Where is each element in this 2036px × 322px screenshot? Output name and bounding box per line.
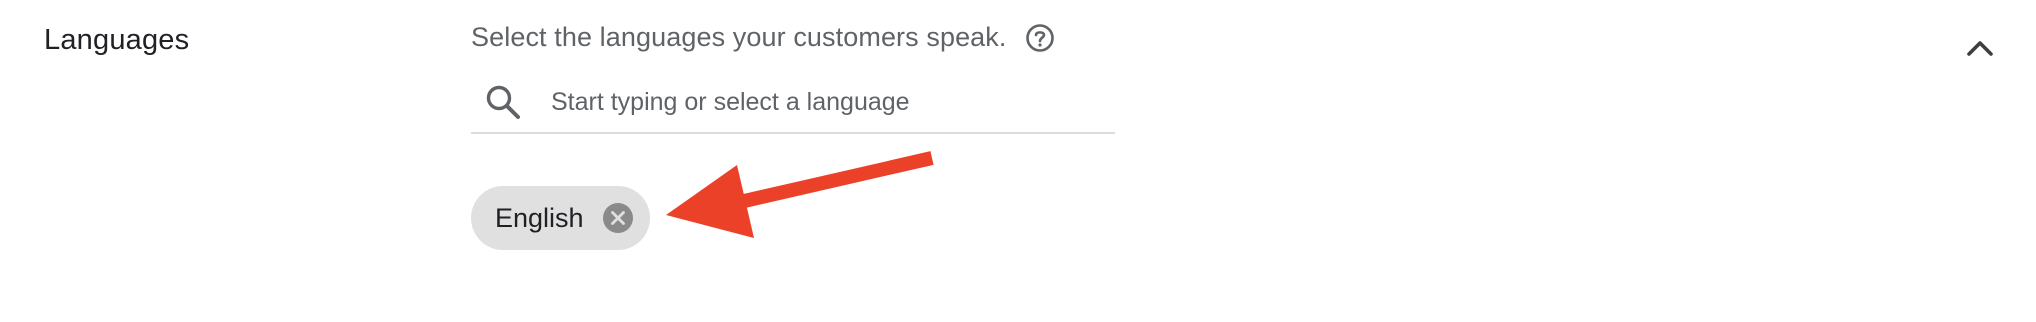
- chevron-up-icon[interactable]: [1960, 28, 2000, 68]
- languages-settings-panel: Languages Select the languages your cust…: [0, 0, 2036, 322]
- close-circle-icon[interactable]: [602, 202, 634, 234]
- language-search-field[interactable]: [471, 72, 1115, 134]
- helper-row: Select the languages your customers spea…: [471, 22, 1055, 53]
- section-label: Languages: [44, 24, 190, 56]
- search-icon: [483, 82, 523, 122]
- annotation-arrow: [660, 150, 940, 250]
- language-chip-english: English: [471, 186, 650, 250]
- helper-text: Select the languages your customers spea…: [471, 22, 1007, 52]
- language-search-input[interactable]: [551, 82, 1101, 122]
- chip-label: English: [495, 202, 584, 233]
- help-circle-icon[interactable]: [1025, 23, 1055, 53]
